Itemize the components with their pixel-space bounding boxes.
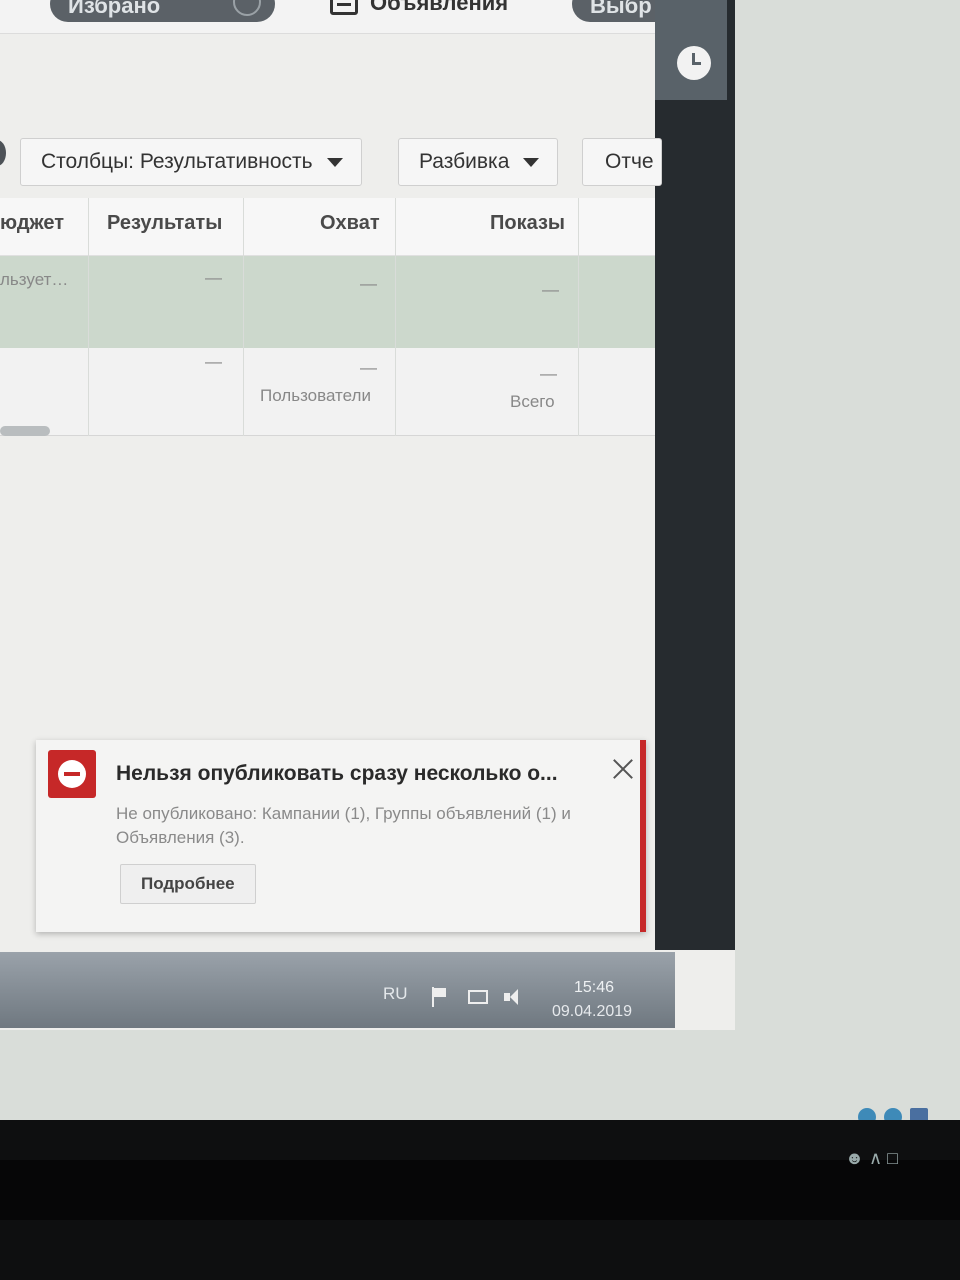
notification-body: Не опубликовано: Кампании (1), Группы об… [116, 804, 571, 847]
column-divider [578, 198, 579, 436]
cell-reach: — [360, 358, 377, 377]
ads-tab-icon [330, 0, 358, 16]
windows-taskbar: RU 15:46 09.04.2019 [0, 952, 675, 1028]
notification-title: Нельзя опубликовать сразу несколько о... [116, 762, 558, 785]
cell-results: — [205, 268, 222, 287]
monitor-bezel-strip [0, 1160, 960, 1220]
second-screen-tray-icons: ☻ ∧ □ [845, 1148, 898, 1168]
breakdown-dropdown-label: Разбивка [419, 150, 510, 173]
columns-dropdown-button[interactable]: Столбцы: Результативность [20, 138, 362, 186]
caret-down-icon [326, 157, 343, 167]
header-reach[interactable]: Охват [320, 212, 380, 235]
column-divider [243, 198, 244, 436]
column-divider [88, 198, 89, 436]
favorites-tab-label: Избрано [68, 0, 161, 18]
cell-results: — [205, 352, 222, 371]
caret-down-icon [523, 157, 540, 167]
cell-reach-note: Пользователи [260, 386, 371, 405]
monitor-screen: Избрано Объявления Выбр Столбцы: Результ… [0, 0, 735, 1030]
sidebar-header-band [655, 0, 727, 100]
ads-tab[interactable]: Объявления [330, 0, 508, 18]
table-header: юджет Результаты Охват Показы [0, 198, 655, 256]
taskbar-clock-date[interactable]: 09.04.2019 [552, 1003, 632, 1021]
select-tab-label: Выбр [590, 0, 652, 18]
cell-impressions: — [540, 364, 557, 383]
taskbar-clock-time[interactable]: 15:46 [574, 979, 614, 997]
cell-impressions-note: Всего [510, 392, 555, 411]
top-tab-strip: Избрано Объявления Выбр [0, 0, 735, 34]
column-divider [395, 198, 396, 436]
right-sidebar [655, 0, 735, 950]
reports-button[interactable]: Отче [582, 138, 662, 186]
header-budget[interactable]: юджет [0, 212, 64, 235]
volume-icon[interactable] [504, 987, 524, 1007]
info-circle-icon [233, 0, 261, 16]
no-entry-icon [48, 750, 96, 798]
favorites-tab[interactable]: Избрано [50, 0, 275, 22]
close-icon[interactable] [608, 754, 638, 784]
header-impressions[interactable]: Показы [490, 212, 565, 235]
action-center-flag-icon[interactable] [430, 987, 450, 1007]
columns-dropdown-label: Столбцы: Результативность [41, 150, 313, 173]
table-row[interactable]: льзует… — — — [0, 256, 655, 348]
cell-impressions: — [542, 280, 559, 299]
error-notification: Нельзя опубликовать сразу несколько о...… [36, 740, 646, 932]
ads-tab-label: Объявления [370, 0, 509, 15]
horizontal-scrollbar-thumb[interactable] [0, 426, 50, 436]
toolbar-left-edge [0, 140, 6, 166]
cell-reach: — [360, 274, 377, 293]
table-row[interactable]: — — Пользователи — Всего [0, 348, 655, 436]
clock-icon[interactable] [677, 46, 711, 80]
reports-button-label: Отче [605, 150, 654, 173]
header-results[interactable]: Результаты [107, 212, 222, 235]
details-button[interactable]: Подробнее [120, 864, 256, 904]
breakdown-dropdown-button[interactable]: Разбивка [398, 138, 559, 186]
language-indicator[interactable]: RU [383, 984, 408, 1004]
cell-budget: льзует… [0, 270, 69, 289]
network-icon[interactable] [468, 990, 488, 1004]
